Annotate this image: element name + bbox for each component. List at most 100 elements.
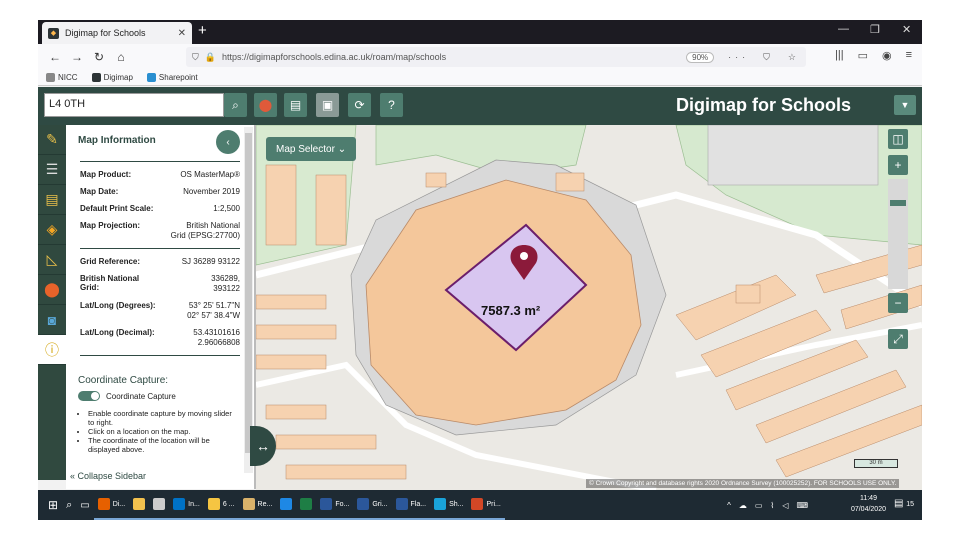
search-button[interactable]: ⌕: [224, 93, 247, 117]
back-icon[interactable]: ←: [44, 50, 66, 64]
draw-tool[interactable]: ✎: [38, 125, 66, 155]
taskbar-app[interactable]: Re...: [238, 490, 277, 520]
map-selector-button[interactable]: Map Selector ⌄: [266, 137, 357, 161]
browser-tab[interactable]: ◆ Digimap for Schools ✕: [42, 22, 192, 44]
task-view-button[interactable]: ▭: [76, 490, 93, 520]
scale-bar: 30 m: [854, 459, 898, 468]
page-actions-icon[interactable]: ···: [728, 52, 749, 62]
tab-title: Digimap for Schools: [65, 28, 146, 38]
address-bar[interactable]: ⛉ 🔒 https://digimapforschools.edina.ac.u…: [186, 47, 806, 67]
camera-tool[interactable]: ◙: [38, 305, 66, 335]
notifications-button[interactable]: ▤ 15: [894, 498, 914, 509]
bookmark-digimap[interactable]: Digimap: [91, 73, 133, 82]
scrollbar-thumb[interactable]: [245, 133, 252, 453]
pin-tool[interactable]: ⬤: [38, 275, 66, 305]
app-icon: [242, 498, 255, 510]
reload-icon[interactable]: ↻: [88, 50, 110, 64]
bookmark-nicc[interactable]: NICC: [46, 73, 78, 82]
taskbar-app[interactable]: Di...: [93, 490, 130, 520]
lock-icon: 🔒: [204, 51, 216, 62]
library-icon[interactable]: |||: [835, 49, 844, 62]
close-tab-icon[interactable]: ✕: [178, 28, 186, 39]
image-icon: ▣: [321, 98, 334, 112]
detail-row: Map Date: November 2019: [80, 187, 240, 196]
location-pin-icon: ⬤: [44, 281, 60, 297]
taskbar-app[interactable]: [149, 490, 170, 520]
measure-tool[interactable]: ◺: [38, 245, 66, 275]
help-icon: ?: [388, 98, 395, 112]
coordinate-capture-toggle[interactable]: [78, 391, 100, 401]
saved-maps-tool[interactable]: ▤: [38, 185, 66, 215]
coord-row: Grid Reference: SJ 36289 93122: [80, 257, 240, 266]
taskbar-app-label: Re...: [257, 500, 273, 508]
coord-row: Lat/Long (Degrees): 53° 25' 51.7"N 02° 57…: [80, 301, 240, 320]
new-tab-button[interactable]: +: [198, 22, 207, 39]
account-icon[interactable]: ◉: [882, 49, 892, 62]
help-button[interactable]: ?: [380, 93, 403, 117]
copyright-notice: © Crown Copyright and database rights 20…: [586, 479, 900, 488]
zoom-control: + −: [888, 155, 910, 313]
keyboard-icon[interactable]: ⌨: [796, 501, 808, 510]
battery-icon[interactable]: ▭: [755, 501, 763, 510]
print-button[interactable]: ▤: [284, 93, 307, 117]
taskbar-app[interactable]: 6 ...: [203, 490, 239, 520]
forward-icon[interactable]: →: [66, 50, 88, 64]
zoom-badge[interactable]: 90%: [686, 51, 715, 63]
refresh-button[interactable]: ⟳: [348, 93, 371, 117]
navigation-bar: ← → ↻ ⌂ ⛉ 🔒 https://digimapforschools.ed…: [38, 44, 922, 70]
coord-row: British National Grid: 336289, 393122: [80, 274, 240, 293]
place-search-input[interactable]: L4 0TH: [44, 93, 224, 117]
bookmark-star-icon[interactable]: ☆: [788, 52, 800, 63]
browser-window: ◆ Digimap for Schools ✕ + — ❐ ✕ ← → ↻ ⌂ …: [38, 20, 922, 520]
zoom-in-button[interactable]: +: [888, 155, 908, 175]
zoom-slider-knob[interactable]: [890, 199, 906, 206]
taskbar-app[interactable]: Fo...: [316, 490, 354, 520]
app-icon: [434, 498, 447, 510]
camera-icon: ◙: [47, 311, 57, 328]
sidebar-icon[interactable]: ▭: [858, 49, 868, 62]
volume-icon[interactable]: ◁: [782, 501, 788, 510]
map-location-button[interactable]: ⬤: [254, 93, 277, 117]
taskbar-app[interactable]: [296, 490, 317, 520]
taskbar-app[interactable]: [129, 490, 150, 520]
notification-count: 15: [906, 501, 914, 508]
onedrive-icon[interactable]: ☁: [739, 501, 747, 510]
zoom-out-button[interactable]: −: [888, 293, 908, 313]
minimize-icon[interactable]: —: [838, 23, 849, 35]
sidebar-scrollbar[interactable]: [244, 127, 253, 473]
chevron-up-icon[interactable]: ^: [727, 501, 731, 510]
tab-strip: ◆ Digimap for Schools ✕ + — ❐ ✕: [38, 20, 922, 44]
chevron-left-icon: ‹: [226, 136, 230, 148]
taskbar-app[interactable]: In...: [169, 490, 204, 520]
taskbar-app[interactable]: Sh...: [430, 490, 468, 520]
collapse-panel-button[interactable]: ‹: [216, 130, 240, 154]
save-map-button[interactable]: ▣: [316, 93, 339, 117]
bookmark-sharepoint[interactable]: Sharepoint: [146, 73, 198, 82]
search-taskbar-button[interactable]: ⌕: [62, 490, 76, 520]
layers-tool[interactable]: ◈: [38, 215, 66, 245]
home-icon[interactable]: ⌂: [110, 50, 132, 64]
taskbar-app[interactable]: Gri...: [353, 490, 392, 520]
key-tool[interactable]: ☰: [38, 155, 66, 185]
taskbar-clock[interactable]: 11:49 07/04/2020: [851, 493, 886, 515]
fullscreen-button[interactable]: ⤢: [888, 329, 908, 349]
pocket-icon[interactable]: ⛉: [763, 52, 774, 63]
start-button[interactable]: ⊞: [38, 490, 62, 520]
taskbar-app[interactable]: [276, 490, 297, 520]
network-icon[interactable]: ⌇: [770, 501, 774, 510]
close-window-icon[interactable]: ✕: [902, 23, 911, 36]
zoom-slider[interactable]: [888, 179, 908, 289]
taskbar-app[interactable]: Pri...: [467, 490, 505, 520]
restore-icon[interactable]: ❐: [870, 23, 880, 36]
map-view[interactable]: Map Selector ⌄ 7587.3 m² ◫ + − ⤢ 30 m © …: [256, 125, 922, 490]
menu-icon[interactable]: ≡: [906, 49, 912, 62]
taskbar-app-label: Sh...: [449, 500, 464, 508]
taskbar-app-label: 6 ...: [222, 500, 235, 508]
map-overview-button[interactable]: ◫: [888, 129, 908, 149]
account-menu-button[interactable]: ▼: [894, 95, 916, 115]
app-icon: [395, 498, 408, 510]
info-tool[interactable]: ⓘ: [38, 335, 66, 365]
collapse-sidebar-link[interactable]: « Collapse Sidebar: [70, 471, 146, 481]
app-icon: [97, 498, 110, 510]
taskbar-app[interactable]: Fla...: [391, 490, 431, 520]
